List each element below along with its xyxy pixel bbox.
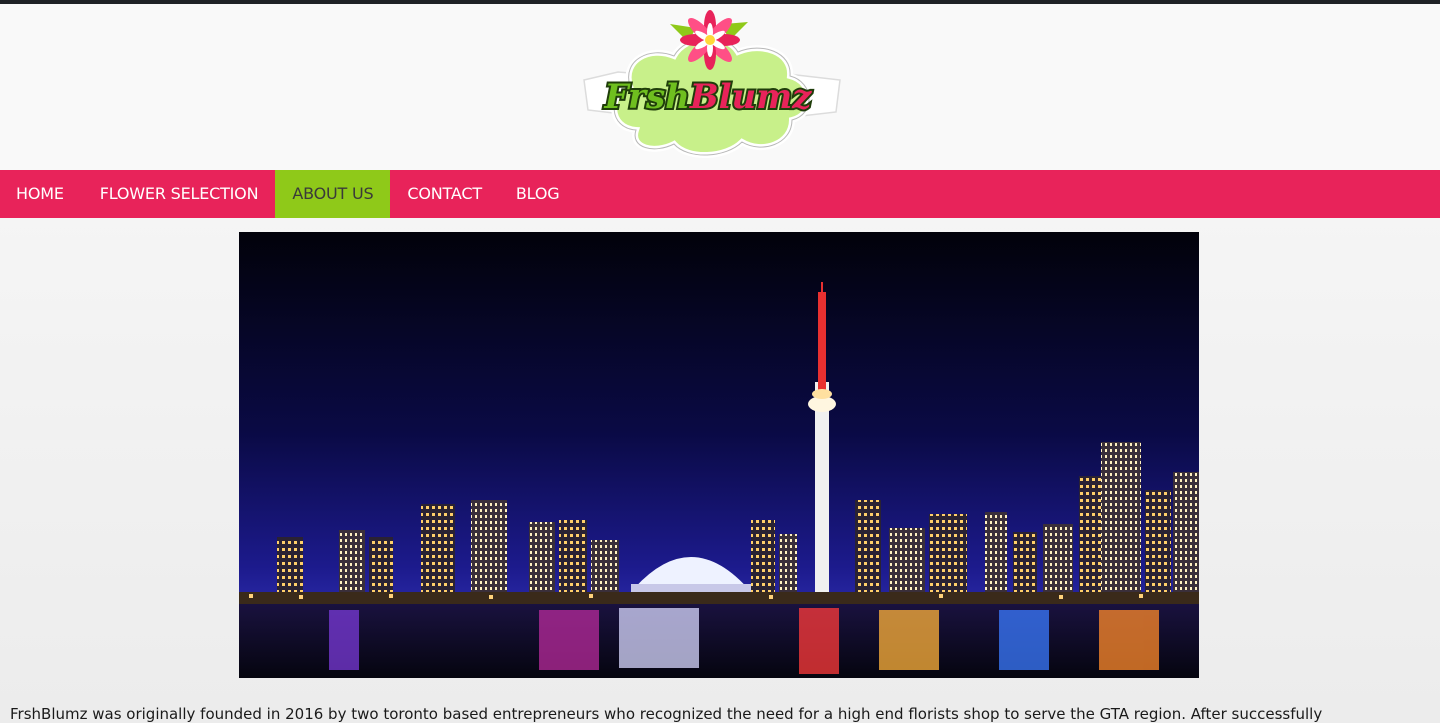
nav-flower-selection[interactable]: FLOWER SELECTION xyxy=(83,170,276,218)
logo-graphic: FrshBlumz xyxy=(583,10,841,158)
nav-contact[interactable]: CONTACT xyxy=(390,170,498,218)
nav-home[interactable]: HOME xyxy=(0,170,83,218)
hero-image xyxy=(239,232,1199,678)
site-header: FrshBlumz xyxy=(0,4,1440,170)
site-logo[interactable]: FrshBlumz xyxy=(578,10,846,166)
main-nav: HOME FLOWER SELECTION ABOUT US CONTACT B… xyxy=(0,170,1440,218)
nav-blog[interactable]: BLOG xyxy=(499,170,577,218)
about-paragraph: FrshBlumz was originally founded in 2016… xyxy=(10,705,1323,723)
nav-about-us[interactable]: ABOUT US xyxy=(275,170,391,218)
svg-text:FrshBlumz: FrshBlumz xyxy=(604,77,813,117)
toronto-skyline-illustration xyxy=(239,232,1199,678)
